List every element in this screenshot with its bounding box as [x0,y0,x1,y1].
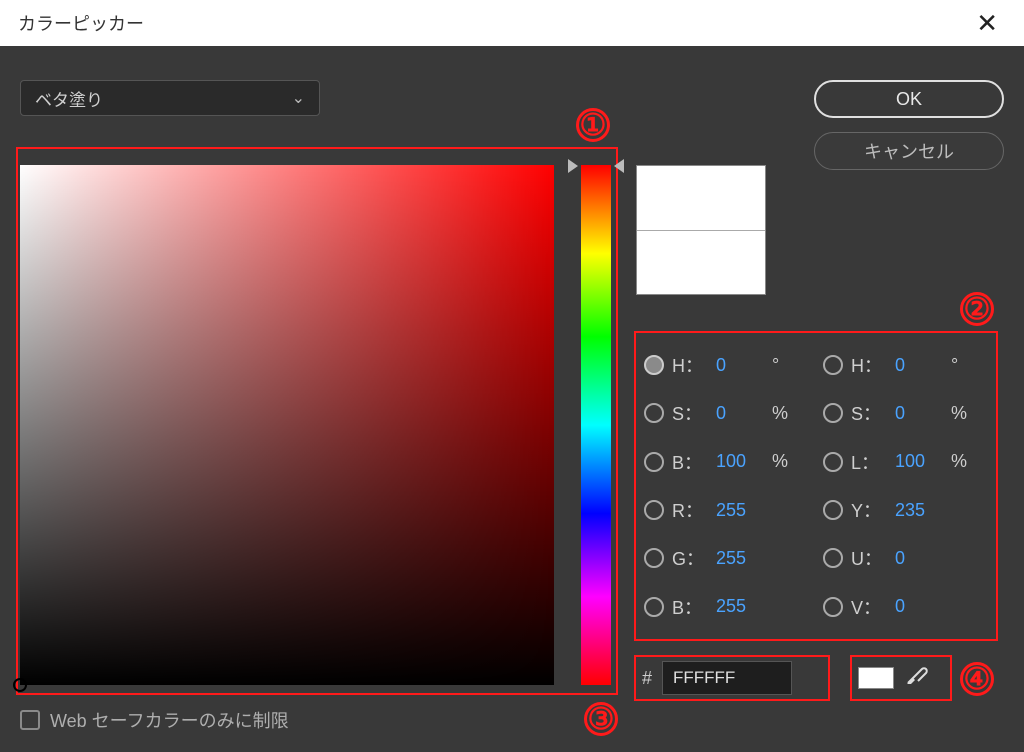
titlebar: カラーピッカー ✕ [0,0,1024,46]
saturation-value-field[interactable] [20,165,554,685]
value-row-s2: S：0% [823,389,988,437]
radio-b1[interactable] [644,452,664,472]
radio-s2[interactable] [823,403,843,423]
value-l[interactable]: 100 [895,451,943,472]
close-icon[interactable]: ✕ [968,4,1006,43]
current-color-swatch [858,667,894,689]
value-row-b2: B：255 [644,583,809,631]
hash-label: # [642,668,652,689]
value-u[interactable]: 0 [895,548,943,569]
value-row-g: G：255 [644,534,809,582]
value-row-y: Y：235 [823,486,988,534]
radio-h1[interactable] [644,355,664,375]
value-b2[interactable]: 255 [716,596,764,617]
value-v[interactable]: 0 [895,596,943,617]
radio-y[interactable] [823,500,843,520]
value-row-h2: H：0° [823,341,988,389]
value-row-h1: H：0° [644,341,809,389]
radio-g[interactable] [644,548,664,568]
value-y[interactable]: 235 [895,500,943,521]
hex-input-group: # [636,658,828,698]
eyedropper-icon[interactable] [904,663,928,693]
hue-slider[interactable] [581,165,611,685]
radio-l[interactable] [823,452,843,472]
annotation-1: ① [576,108,610,142]
annotation-3: ③ [584,702,618,736]
value-row-s1: S：0% [644,389,809,437]
color-values-panel: H：0° H：0° S：0% S：0% B：100% L：100% R：255 … [636,333,996,639]
dialog-buttons: OK キャンセル [814,80,1004,170]
fill-mode-select[interactable]: ベタ塗り ⌄ [20,80,320,116]
radio-b2[interactable] [644,597,664,617]
websafe-checkbox-group: Web セーフカラーのみに制限 [20,707,289,733]
value-s1[interactable]: 0 [716,403,764,424]
radio-v[interactable] [823,597,843,617]
value-row-b1: B：100% [644,438,809,486]
value-b1[interactable]: 100 [716,451,764,472]
chevron-down-icon: ⌄ [292,88,305,108]
window-title: カラーピッカー [18,10,144,36]
value-row-v: V：0 [823,583,988,631]
value-h2[interactable]: 0 [895,355,943,376]
value-h1[interactable]: 0 [716,355,764,376]
annotation-2: ② [960,292,994,326]
cancel-button[interactable]: キャンセル [814,132,1004,170]
radio-h2[interactable] [823,355,843,375]
websafe-checkbox[interactable] [20,710,40,730]
color-picker-area [17,148,617,693]
ok-button[interactable]: OK [814,80,1004,118]
annotation-4: ④ [960,662,994,696]
radio-r[interactable] [644,500,664,520]
hue-indicator-right-icon [614,159,624,173]
hue-indicator-left-icon [568,159,578,173]
value-row-u: U：0 [823,534,988,582]
sv-cursor[interactable] [13,678,27,692]
value-row-r: R：255 [644,486,809,534]
websafe-label: Web セーフカラーのみに制限 [50,707,289,733]
color-preview-swatch [636,165,766,295]
value-g[interactable]: 255 [716,548,764,569]
fill-mode-label: ベタ塗り [35,86,103,111]
value-s2[interactable]: 0 [895,403,943,424]
hex-input[interactable] [662,661,792,695]
value-row-l: L：100% [823,438,988,486]
value-r[interactable]: 255 [716,500,764,521]
eyedropper-group [852,658,950,698]
radio-u[interactable] [823,548,843,568]
radio-s1[interactable] [644,403,664,423]
